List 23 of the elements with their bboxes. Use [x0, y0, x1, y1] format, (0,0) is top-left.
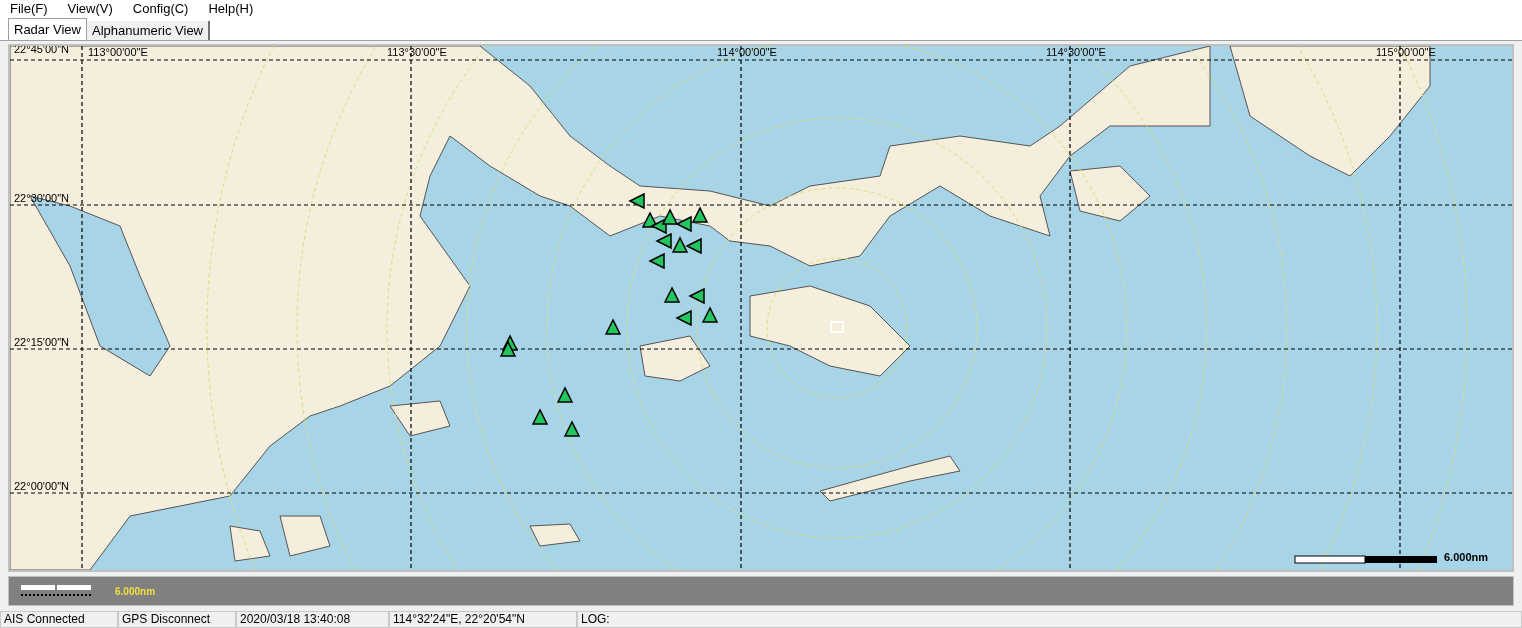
latitude-label: 22°15'00"N: [14, 337, 70, 348]
longitude-label: 114°30'00"E: [1046, 47, 1106, 58]
status-field: AIS Connected: [0, 611, 118, 628]
status-field: 2020/03/18 13:40:08: [236, 611, 389, 628]
longitude-label: 115°00'00"E: [1376, 47, 1436, 58]
menu-item[interactable]: Config(C): [132, 1, 189, 15]
menu-item[interactable]: Help(H): [208, 1, 254, 15]
scale-label: 6.000nm: [1444, 552, 1489, 563]
menu-item[interactable]: File(F): [10, 1, 48, 15]
ruler-icon: [21, 584, 91, 598]
longitude-label: 113°00'00"E: [88, 47, 148, 58]
tab[interactable]: Alphanumeric View: [86, 21, 210, 40]
latitude-label: 22°00'00"N: [14, 481, 70, 492]
menu-item[interactable]: View(V): [67, 1, 113, 15]
longitude-label: 114°00'00"E: [717, 47, 777, 58]
status-field: LOG:: [577, 611, 1522, 628]
longitude-label: 113°30'00"E: [387, 47, 447, 58]
status-field: GPS Disconnect: [118, 611, 236, 628]
scale-label: 6.000nm: [115, 584, 156, 599]
status-field: 114°32'24"E, 22°20'54"N: [389, 611, 577, 628]
latitude-label: 22°30'00"N: [14, 193, 70, 204]
latitude-label: 22°45'00"N: [14, 46, 70, 55]
tab[interactable]: Radar View: [8, 18, 87, 40]
